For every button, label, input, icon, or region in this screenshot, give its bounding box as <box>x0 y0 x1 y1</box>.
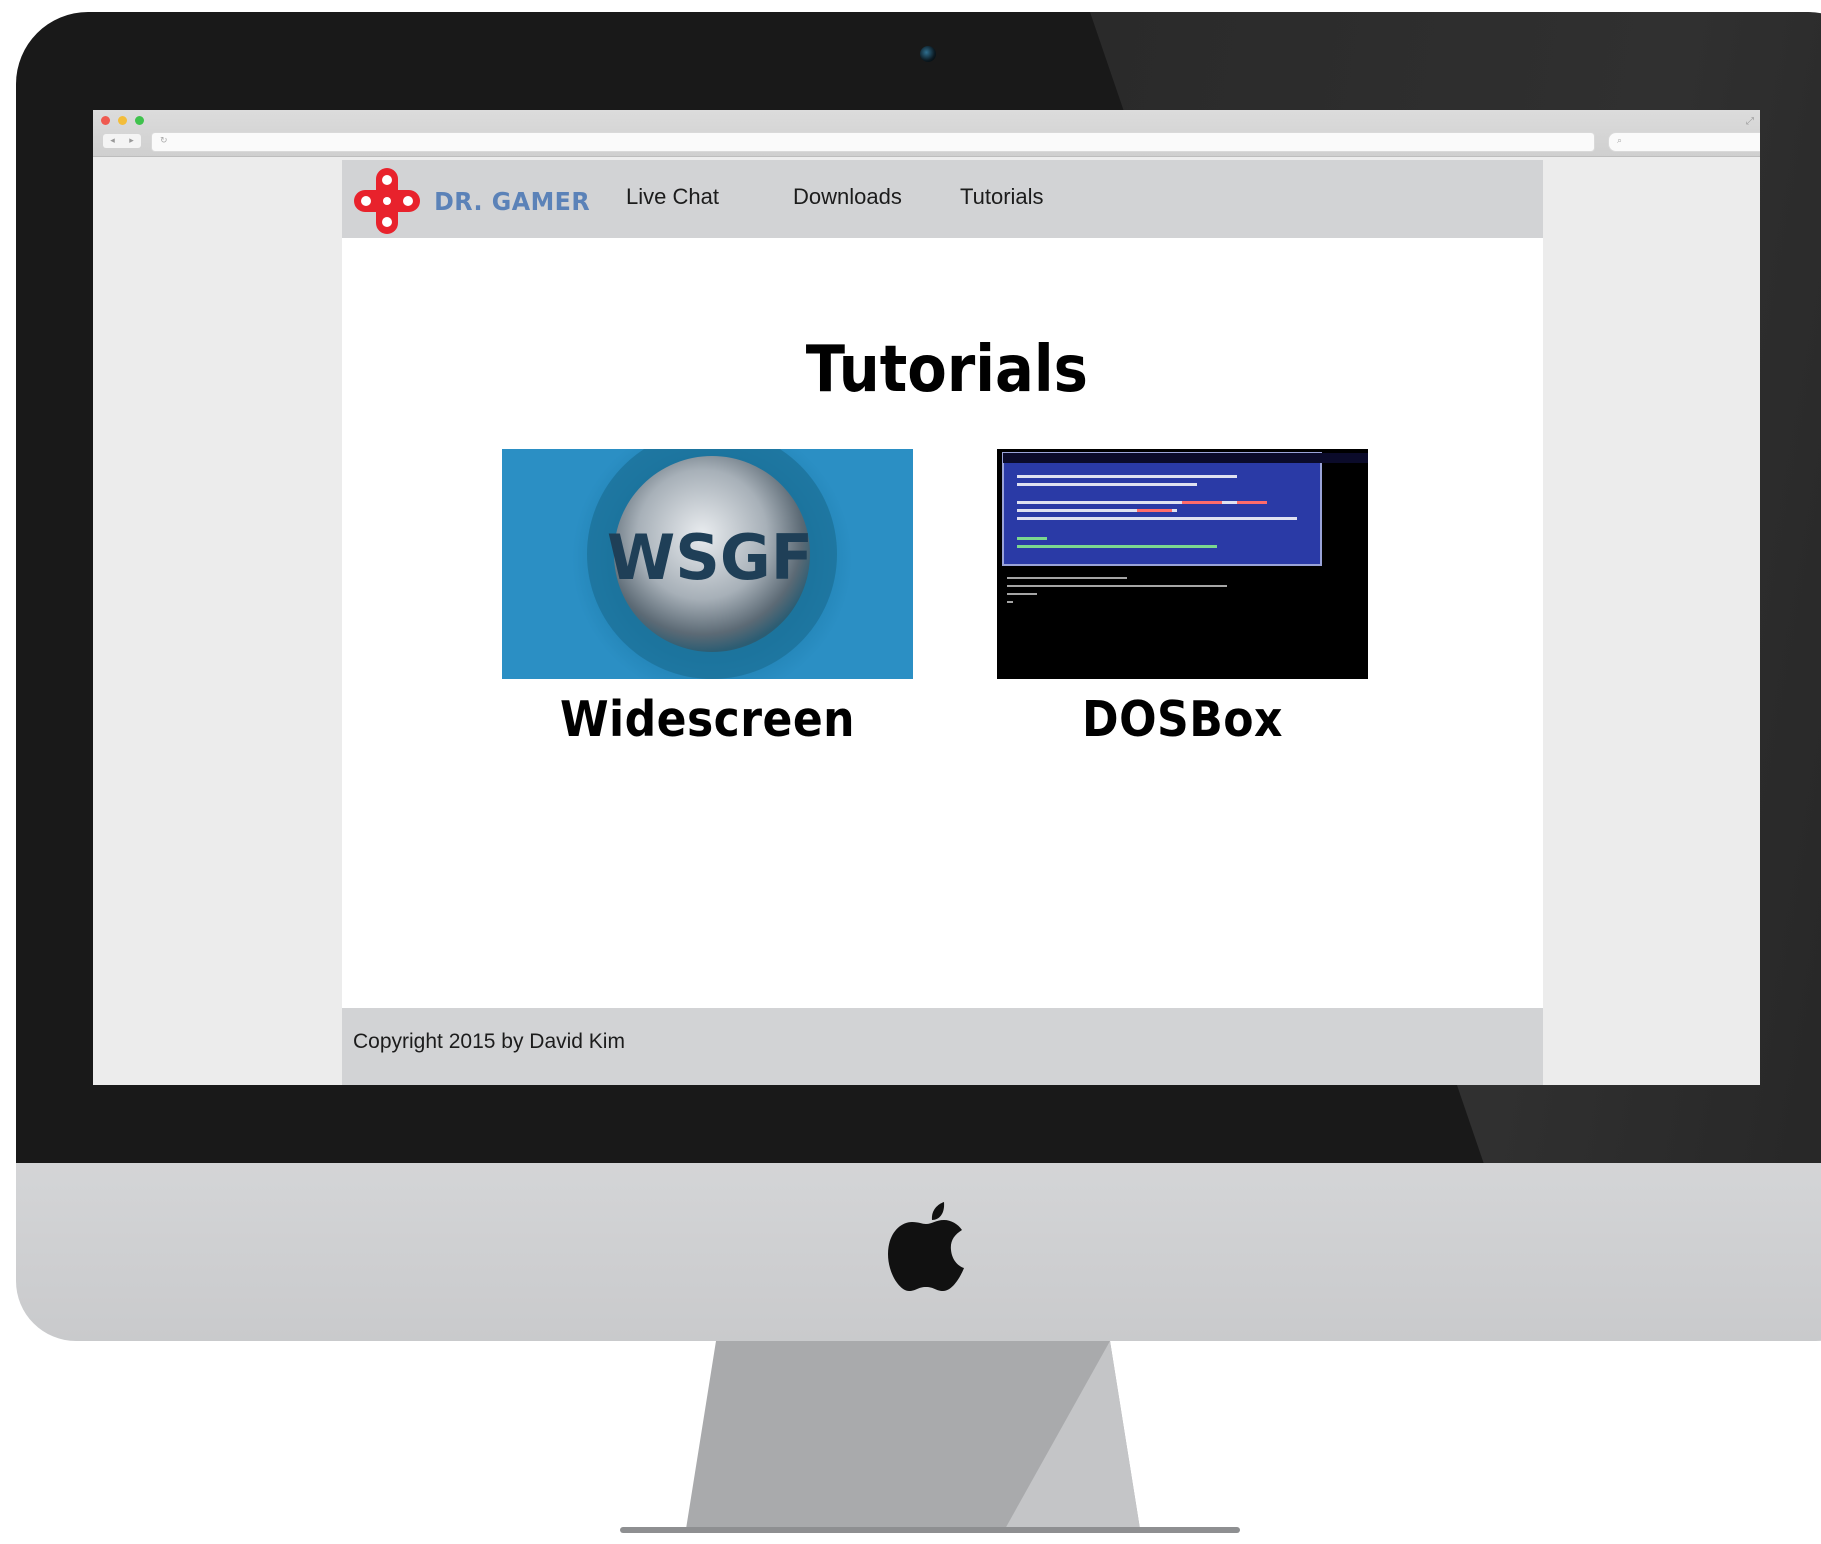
wsgf-thumbnail[interactable]: WSGF <box>502 449 913 679</box>
logo-text: DR. GAMER <box>434 186 591 216</box>
back-forward-buttons[interactable]: ◂ ▸ <box>103 134 141 148</box>
site-logo[interactable]: DR. GAMER <box>352 166 594 236</box>
minimize-window-button[interactable] <box>118 116 127 125</box>
dpad-logo-icon <box>354 168 420 234</box>
webcam-icon <box>920 46 936 62</box>
browser-window: ◂ ▸ ↻ ⌕ ⤢ DR. GAMER Live Chat Downloads … <box>93 110 1760 1085</box>
tutorial-card-widescreen[interactable]: WSGF Widescreen <box>502 449 913 748</box>
zoom-window-button[interactable] <box>135 116 144 125</box>
browser-search-field[interactable]: ⌕ <box>1608 132 1760 152</box>
website: DR. GAMER Live Chat Downloads Tutorials … <box>342 160 1543 1085</box>
tutorial-card-dosbox[interactable]: DOSBox <box>997 449 1368 748</box>
search-icon: ⌕ <box>1617 136 1623 146</box>
nav-tutorials[interactable]: Tutorials <box>960 184 1044 210</box>
wsgf-image-text: WSGF <box>607 521 813 594</box>
nav-live-chat[interactable]: Live Chat <box>626 184 719 210</box>
close-window-button[interactable] <box>101 116 110 125</box>
forward-arrow-icon[interactable]: ▸ <box>129 136 134 146</box>
tutorial-label-widescreen[interactable]: Widescreen <box>523 691 893 748</box>
refresh-icon[interactable]: ↻ <box>160 136 168 146</box>
nav-downloads[interactable]: Downloads <box>793 184 902 210</box>
back-arrow-icon[interactable]: ◂ <box>110 136 115 146</box>
copyright-text: Copyright 2015 by David Kim <box>353 1030 625 1053</box>
browser-toolbar: ◂ ▸ ↻ ⌕ ⤢ <box>93 110 1760 157</box>
site-footer: Copyright 2015 by David Kim <box>342 1008 1543 1085</box>
address-bar[interactable]: ↻ <box>151 132 1595 152</box>
page-title: Tutorials <box>805 332 1088 407</box>
apple-logo-icon <box>888 1202 964 1291</box>
tutorial-label-dosbox[interactable]: DOSBox <box>1016 691 1350 748</box>
imac-stand <box>620 1341 1240 1533</box>
fullscreen-icon[interactable]: ⤢ <box>1746 116 1754 127</box>
dosbox-thumbnail[interactable] <box>997 449 1368 679</box>
site-header: DR. GAMER Live Chat Downloads Tutorials <box>342 160 1543 238</box>
